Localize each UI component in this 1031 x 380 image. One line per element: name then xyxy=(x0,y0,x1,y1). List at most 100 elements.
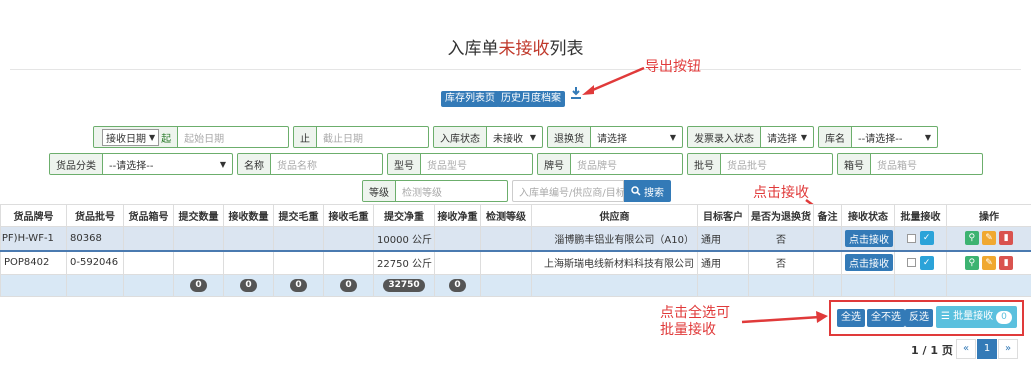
page-1-button[interactable]: 1 xyxy=(977,339,997,359)
prev-page-button[interactable]: « xyxy=(956,339,976,359)
cell-empty xyxy=(123,250,174,275)
cell-empty xyxy=(813,274,842,297)
col-remark[interactable]: 备注 xyxy=(813,204,842,227)
pencil-icon[interactable]: ✎ xyxy=(982,231,996,246)
date-from-label: 起 xyxy=(161,133,172,145)
cell-batch: 80368 xyxy=(66,226,124,252)
col-recv-qty[interactable]: 接收数量 xyxy=(223,204,274,227)
model-input[interactable]: 货品型号 xyxy=(421,154,532,174)
select-none-button[interactable]: 全不选 xyxy=(867,309,905,327)
history-archive-button[interactable]: 历史月度档案 xyxy=(497,91,565,107)
col-box[interactable]: 货品箱号 xyxy=(123,204,174,227)
title-highlight: 未接收 xyxy=(498,39,550,59)
date-type-group: 接收日期 ▼ 起 xyxy=(94,127,179,147)
check-icon[interactable]: ✓ xyxy=(919,255,934,270)
invoice-value: 请选择 xyxy=(767,133,797,145)
grade-label: 等级 xyxy=(363,181,396,201)
category-filter: 货品分类 --请选择-- ▼ xyxy=(49,153,233,175)
search-button-label: 搜索 xyxy=(644,187,664,199)
sum-submit-gross: 0 xyxy=(273,274,324,297)
cell-empty xyxy=(480,274,532,297)
date-from-input[interactable]: 起始日期 xyxy=(178,127,288,147)
col-submit-gross[interactable]: 提交毛重 xyxy=(273,204,324,227)
cell-empty xyxy=(323,250,374,275)
row-checkbox[interactable] xyxy=(907,233,917,243)
status-value: 未接收 xyxy=(493,133,523,145)
col-recv-gross[interactable]: 接收毛重 xyxy=(323,204,374,227)
col-supplier[interactable]: 供应商 xyxy=(531,204,698,227)
warehouse-label: 库名 xyxy=(819,127,852,147)
col-batch-receive[interactable]: 批量接收 xyxy=(894,204,947,227)
warehouse-select[interactable]: --请选择-- ▼ xyxy=(852,127,937,147)
sum-recv-qty: 0 xyxy=(223,274,274,297)
col-status[interactable]: 接收状态 xyxy=(841,204,895,227)
col-is-return[interactable]: 是否为退换货 xyxy=(748,204,814,227)
col-actions: 操作 xyxy=(946,204,1031,227)
cell-empty xyxy=(894,274,947,297)
trash-icon[interactable]: ▮ xyxy=(999,231,1014,246)
status-select[interactable]: 未接收 ▼ xyxy=(487,127,542,147)
cell-brand: (PF)H-WF-1 xyxy=(0,226,67,252)
cell-empty xyxy=(66,274,124,297)
caret-icon: ▼ xyxy=(149,132,156,142)
sum-pill: 0 xyxy=(340,279,357,292)
search-button[interactable]: 搜索 xyxy=(624,180,671,202)
zoom-icon[interactable]: ⚲ xyxy=(964,255,979,270)
date-to-input[interactable]: 截止日期 xyxy=(317,127,428,147)
annotation-line: 点击全选可 xyxy=(660,305,730,321)
cell-empty xyxy=(273,226,324,252)
brand-filter: 牌号 货品牌号 xyxy=(537,153,683,175)
invoice-filter: 发票录入状态 请选择 ▼ xyxy=(687,126,814,148)
cell-net: 10000 公斤 xyxy=(373,226,435,252)
col-brand[interactable]: 货品牌号 xyxy=(0,204,67,227)
cell-remark xyxy=(813,226,842,252)
date-type-select[interactable]: 接收日期 ▼ xyxy=(102,128,160,146)
cell-status: 点击接收 xyxy=(841,250,895,275)
grade-input[interactable]: 检测等级 xyxy=(396,181,507,201)
name-input[interactable]: 货品名称 xyxy=(271,154,382,174)
batch-receive-button[interactable]: ☰ 批量接收 0 xyxy=(936,306,1017,328)
model-filter: 型号 货品型号 xyxy=(387,153,533,175)
receive-button[interactable]: 点击接收 xyxy=(845,254,893,272)
cell-actions: ⚲ ✎ ▮ xyxy=(946,226,1031,252)
category-select[interactable]: --请选择-- ▼ xyxy=(103,154,232,174)
cell-brand: POP8402 xyxy=(0,250,67,275)
search-input[interactable]: 入库单编号/供应商/目标 xyxy=(512,180,626,202)
cell-batch: 0-592046 xyxy=(66,250,124,275)
invoice-select[interactable]: 请选择 ▼ xyxy=(761,127,813,147)
return-select[interactable]: 请选择 ▼ xyxy=(591,127,682,147)
sum-recv-net: 0 xyxy=(434,274,481,297)
next-page-button[interactable]: » xyxy=(998,339,1018,359)
pencil-icon[interactable]: ✎ xyxy=(982,255,996,270)
zoom-icon[interactable]: ⚲ xyxy=(964,231,979,246)
col-submit-qty[interactable]: 提交数量 xyxy=(173,204,224,227)
status-label: 入库状态 xyxy=(434,127,487,147)
col-batch[interactable]: 货品批号 xyxy=(66,204,124,227)
check-icon[interactable]: ✓ xyxy=(919,231,934,246)
col-grade[interactable]: 检测等级 xyxy=(480,204,532,227)
grade-filter: 等级 检测等级 xyxy=(362,180,508,202)
invert-button[interactable]: 反选 xyxy=(905,309,933,327)
page-info: 1 / 1 页 xyxy=(911,344,953,357)
col-customer[interactable]: 目标客户 xyxy=(697,204,749,227)
select-all-button[interactable]: 全选 xyxy=(837,309,865,327)
receive-button[interactable]: 点击接收 xyxy=(845,229,893,247)
cell-empty xyxy=(223,250,274,275)
batch-input[interactable]: 货品批号 xyxy=(721,154,832,174)
cell-supplier: 淄博鹏丰铝业有限公司（A10） xyxy=(531,226,698,252)
row-checkbox[interactable] xyxy=(907,258,917,268)
brand-input[interactable]: 货品牌号 xyxy=(571,154,682,174)
box-input[interactable]: 货品箱号 xyxy=(871,154,982,174)
invoice-label: 发票录入状态 xyxy=(688,127,761,147)
brand-label: 牌号 xyxy=(538,154,571,174)
sum-submit-qty: 0 xyxy=(173,274,224,297)
cell-empty xyxy=(434,226,481,252)
trash-icon[interactable]: ▮ xyxy=(999,255,1014,270)
status-filter: 入库状态 未接收 ▼ xyxy=(433,126,543,148)
col-submit-net[interactable]: 提交净重 xyxy=(373,204,435,227)
sum-pill: 0 xyxy=(240,279,257,292)
cell-empty xyxy=(123,226,174,252)
cell-actions: ⚲ ✎ ▮ xyxy=(946,250,1031,275)
col-recv-net[interactable]: 接收净重 xyxy=(434,204,481,227)
stock-list-button[interactable]: 库存列表页 xyxy=(441,91,499,107)
